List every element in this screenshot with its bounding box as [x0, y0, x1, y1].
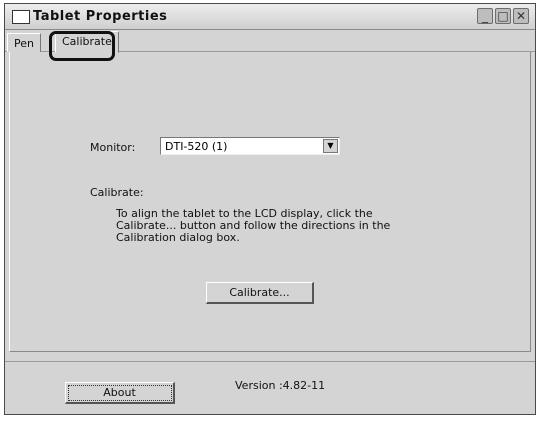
close-button[interactable]: ✕: [513, 8, 529, 24]
about-button[interactable]: About: [65, 382, 175, 404]
chevron-down-icon[interactable]: ▼: [323, 139, 338, 153]
monitor-label: Monitor:: [90, 141, 136, 154]
maximize-button[interactable]: □: [495, 8, 511, 24]
monitor-select[interactable]: DTI-520 (1) ▼: [160, 137, 340, 155]
title-bar: Tablet Properties _ □ ✕: [5, 4, 535, 30]
monitor-select-value: DTI-520 (1): [165, 140, 228, 153]
calibrate-instructions: To align the tablet to the LCD display, …: [116, 207, 391, 244]
window-title: Tablet Properties: [33, 9, 168, 24]
tablet-properties-window: Tablet Properties _ □ ✕ Pen Calibrate Mo…: [4, 3, 536, 415]
calibrate-panel: Monitor: DTI-520 (1) ▼ Calibrate: To ali…: [9, 52, 531, 352]
calibrate-button[interactable]: Calibrate...: [206, 282, 314, 304]
tab-pen[interactable]: Pen: [7, 33, 41, 52]
window-icon: [12, 10, 30, 24]
footer-bar: About Version :4.82-11: [5, 361, 535, 416]
version-text: Version :4.82-11: [235, 379, 326, 392]
minimize-button[interactable]: _: [477, 8, 493, 24]
calibrate-heading: Calibrate:: [90, 186, 144, 199]
